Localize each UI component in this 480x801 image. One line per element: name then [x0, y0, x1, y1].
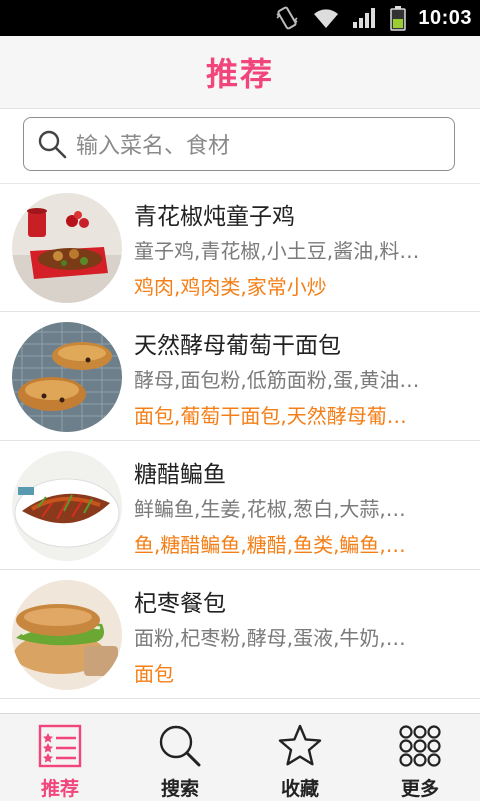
recipe-title: 天然酵母葡萄干面包	[134, 333, 341, 359]
recipe-title: 杞枣餐包	[134, 591, 226, 617]
status-bar: 10:03	[0, 0, 480, 36]
recipe-item[interactable]: 天然酵母葡萄干面包 酵母,面包粉,低筋面粉,蛋,黄油… 面包,葡萄干面包,天然酵…	[0, 312, 480, 441]
recipe-tags: 鱼,糖醋鳊鱼,糖醋,鱼类,鳊鱼,…	[134, 533, 406, 557]
recipe-ingredients: 鲜鳊鱼,生姜,花椒,葱白,大蒜,…	[134, 497, 406, 521]
nav-tab-favorites[interactable]: 收藏	[240, 714, 360, 801]
status-time: 10:03	[418, 6, 472, 29]
search-input[interactable]: 输入菜名、食材	[23, 117, 455, 171]
recipe-item[interactable]: 糖醋鳊鱼 鲜鳊鱼,生姜,花椒,葱白,大蒜,… 鱼,糖醋鳊鱼,糖醋,鱼类,鳊鱼,…	[0, 441, 480, 570]
recipe-item[interactable]: 青花椒炖童子鸡 童子鸡,青花椒,小土豆,酱油,料… 鸡肉,鸡肉类,家常小炒	[0, 183, 480, 312]
signal-icon	[352, 6, 378, 30]
recipe-ingredients: 酵母,面包粉,低筋面粉,蛋,黄油…	[134, 368, 420, 392]
battery-icon	[390, 5, 407, 31]
recipe-thumbnail	[12, 322, 122, 432]
recipe-thumbnail	[12, 451, 122, 561]
search-icon	[156, 722, 204, 770]
recipe-title: 糖醋鳊鱼	[134, 462, 226, 488]
recipe-tags: 面包	[134, 662, 174, 686]
nav-tab-more[interactable]: 更多	[360, 714, 480, 801]
nav-label: 推荐	[40, 778, 79, 800]
star-icon	[276, 722, 324, 770]
recipe-thumbnail	[12, 193, 122, 303]
bottom-navigation: 推荐 搜索 收藏 更多	[0, 713, 480, 801]
recipe-title: 青花椒炖童子鸡	[134, 204, 295, 230]
nav-label: 收藏	[280, 778, 319, 800]
recipe-ingredients: 童子鸡,青花椒,小土豆,酱油,料…	[134, 239, 420, 263]
search-icon	[36, 128, 68, 160]
page-title: 推荐	[205, 55, 274, 93]
search-bar: 输入菜名、食材	[0, 109, 480, 184]
vibrate-icon	[274, 5, 300, 31]
recipe-list: 青花椒炖童子鸡 童子鸡,青花椒,小土豆,酱油,料… 鸡肉,鸡肉类,家常小炒 天然…	[0, 183, 480, 713]
list-icon	[36, 722, 84, 770]
nav-label: 搜索	[160, 778, 199, 800]
search-placeholder: 输入菜名、食材	[76, 134, 231, 159]
wifi-icon	[312, 6, 340, 30]
recipe-ingredients: 面粉,杞枣粉,酵母,蛋液,牛奶,…	[134, 626, 406, 650]
nav-tab-recommend[interactable]: 推荐	[0, 714, 120, 801]
nav-tab-search[interactable]: 搜索	[120, 714, 240, 801]
recipe-item[interactable]: 杞枣餐包 面粉,杞枣粉,酵母,蛋液,牛奶,… 面包	[0, 570, 480, 699]
recipe-tags: 鸡肉,鸡肉类,家常小炒	[134, 275, 327, 299]
recipe-tags: 面包,葡萄干面包,天然酵母葡…	[134, 404, 407, 428]
grid-icon	[396, 722, 444, 770]
nav-label: 更多	[400, 778, 439, 800]
recipe-thumbnail	[12, 580, 122, 690]
status-icons: 10:03	[274, 0, 472, 36]
title-bar: 推荐	[0, 36, 480, 109]
